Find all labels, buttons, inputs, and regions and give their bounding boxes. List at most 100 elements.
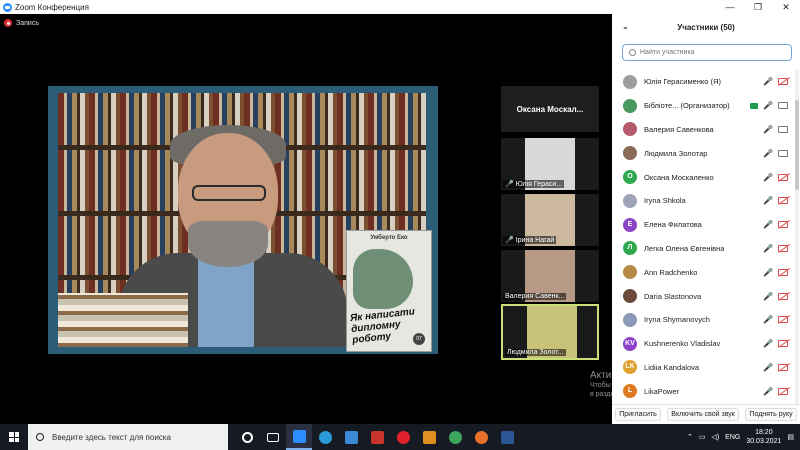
mic-icon: 🎤: [763, 101, 773, 111]
taskbar-zoom-icon[interactable]: [286, 424, 312, 450]
clock[interactable]: 18:20 30.03.2021: [746, 428, 781, 446]
active-speaker-tile[interactable]: Людмила Золот...: [501, 304, 599, 360]
participants-panel: ⌄ Участники (50) Юлія Герасименко (Я)🎤Бі…: [612, 14, 800, 424]
unmute-self-button[interactable]: Включить свой звук: [667, 408, 739, 421]
taskbar-chrome-icon[interactable]: [442, 424, 468, 450]
video-off-icon: [778, 221, 788, 229]
mic-icon: 🎤: [763, 124, 773, 134]
avatar: [623, 265, 637, 280]
taskbar-search[interactable]: Введите здесь текст для поиска: [28, 424, 228, 450]
tile-label-text: Ірина Нагай: [515, 236, 555, 244]
participant-row[interactable]: Л Легка Олена Євгенівна 🎤: [612, 237, 792, 261]
video-off-icon: [778, 387, 788, 395]
tile-label-text: Юлія Гераси...: [515, 180, 563, 188]
participant-row[interactable]: KV Kushnerenko Vladislav 🎤: [612, 332, 792, 356]
avatar: E: [623, 217, 637, 232]
tile-participant-name: Оксана Москал...: [501, 86, 599, 132]
mic-muted-icon: 🎤: [763, 267, 773, 277]
recording-indicator[interactable]: Запись: [4, 19, 39, 27]
mic-muted-icon: 🎤: [763, 339, 773, 349]
windows-taskbar: Введите здесь текст для поиска ⌃ ▭ ◁) EN…: [0, 424, 800, 450]
avatar: O: [623, 170, 637, 185]
avatar: [623, 193, 637, 208]
taskbar-firefox-icon[interactable]: [468, 424, 494, 450]
participant-name: Ann Radchenko: [644, 267, 698, 277]
video-tile[interactable]: Оксана Москал...: [501, 86, 599, 132]
tile-label: 🎤 Юлія Гераси...: [503, 180, 565, 188]
participant-row[interactable]: Людмила Золотар 🎤: [612, 141, 792, 165]
scrollbar-thumb[interactable]: [795, 100, 799, 190]
mic-muted-icon: 🎤: [763, 77, 773, 87]
video-off-icon: [778, 340, 788, 348]
video-icon: [778, 125, 788, 133]
raise-hand-button[interactable]: Поднять руку: [745, 408, 797, 421]
mic-muted-icon: 🎤: [763, 196, 773, 206]
tile-label-text: Людмила Золот...: [507, 349, 564, 356]
avatar: [623, 146, 637, 161]
panel-footer: Пригласить Включить свой звук Поднять ру…: [612, 404, 800, 424]
video-tile[interactable]: Валерия Савенк...: [501, 250, 599, 302]
participant-row[interactable]: O Оксана Москаленко 🎤: [612, 165, 792, 189]
participant-row[interactable]: LK Lidiia Kandalova 🎤: [612, 356, 792, 380]
clock-date: 30.03.2021: [746, 438, 782, 445]
participant-name: Бібліоте... (Организатор): [644, 101, 730, 111]
participant-search[interactable]: [622, 44, 792, 61]
start-button[interactable]: [0, 424, 28, 450]
edge-glyph: [318, 430, 332, 444]
book-badge: 07: [413, 333, 425, 345]
video-tile[interactable]: 🎤 Ірина Нагай: [501, 194, 599, 246]
participant-row[interactable]: Iryna Shkola 🎤: [612, 189, 792, 213]
participant-name: Елена Филатова: [644, 220, 702, 230]
participant-name: Lidiia Kandalova: [644, 362, 700, 372]
participant-name: Kushnerenko Vladislav: [644, 339, 721, 349]
taskbar-task-view-icon[interactable]: [260, 424, 286, 450]
video-tile[interactable]: 🎤 Юлія Гераси...: [501, 138, 599, 190]
windows-logo-icon: [9, 432, 19, 442]
taskbar-word-icon[interactable]: [494, 424, 520, 450]
participants-list: Юлія Герасименко (Я) 🎤 Бібліоте... (Органи…: [612, 70, 792, 403]
taskbar-paint-icon[interactable]: [416, 424, 442, 450]
search-input[interactable]: [640, 49, 780, 56]
notifications-icon[interactable]: ▤: [787, 433, 794, 441]
taskbar-cortana-icon[interactable]: [234, 424, 260, 450]
participant-row[interactable]: Валерия Савенкова 🎤: [612, 118, 792, 142]
participant-row[interactable]: Daria Slastonova 🎤: [612, 284, 792, 308]
avatar: KV: [623, 336, 637, 351]
mic-muted-icon: 🎤: [763, 386, 773, 396]
video-icon: [778, 149, 788, 157]
avatar: LK: [623, 360, 637, 375]
language-indicator[interactable]: ENG: [725, 434, 740, 441]
taskbar-opera-icon[interactable]: [390, 424, 416, 450]
participant-name: Оксана Москаленко: [644, 172, 714, 182]
participant-name: Валерия Савенкова: [644, 124, 714, 134]
participant-row[interactable]: Юлія Герасименко (Я) 🎤: [612, 70, 792, 94]
participant-row[interactable]: Ann Radchenko 🎤: [612, 260, 792, 284]
avatar: [623, 74, 637, 89]
network-icon[interactable]: ▭: [699, 433, 706, 441]
video-off-icon: [778, 244, 788, 252]
participant-name: Легка Олена Євгенівна: [644, 243, 725, 253]
restore-button[interactable]: ❐: [744, 0, 772, 14]
mic-muted-icon: 🎤: [505, 181, 514, 188]
invite-button[interactable]: Пригласить: [615, 408, 661, 421]
video-off-icon: [778, 173, 788, 181]
taskbar-store-icon[interactable]: [338, 424, 364, 450]
participant-row[interactable]: Iryna Shymanovych 🎤: [612, 308, 792, 332]
volume-icon[interactable]: ◁): [711, 433, 719, 441]
taskbar-powerpoint-icon[interactable]: [364, 424, 390, 450]
participant-name: Iryna Shkola: [644, 196, 686, 206]
taskbar-edge-icon[interactable]: [312, 424, 338, 450]
participant-row[interactable]: L LikaPower 🎤: [612, 379, 792, 403]
participant-row[interactable]: E Елена Филатова 🎤: [612, 213, 792, 237]
chevron-up-icon[interactable]: ⌃: [687, 433, 693, 441]
search-icon: [36, 433, 44, 441]
chevron-down-icon[interactable]: ⌄: [622, 22, 629, 31]
close-button[interactable]: ✕: [772, 0, 800, 14]
video-off-icon: [778, 197, 788, 205]
participant-row[interactable]: Бібліоте... (Организатор) 🎤: [612, 94, 792, 118]
minimize-button[interactable]: —: [716, 0, 744, 14]
mic-muted-icon: 🎤: [763, 291, 773, 301]
cortana-glyph: [241, 431, 253, 443]
zoom-logo-icon: [3, 2, 12, 12]
store-glyph: [344, 430, 358, 444]
